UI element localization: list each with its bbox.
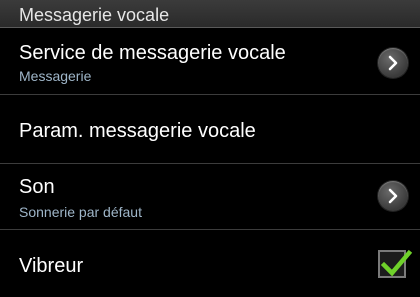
setting-voicemail-params[interactable]: Param. messagerie vocale <box>0 95 420 163</box>
vibrate-checkbox[interactable] <box>378 249 413 278</box>
setting-subtitle: Sonnerie par défaut <box>19 204 142 220</box>
chevron-right-icon[interactable] <box>378 181 408 211</box>
setting-subtitle: Messagerie <box>19 68 92 84</box>
setting-voicemail-service[interactable]: Service de messagerie vocale Messagerie <box>0 28 420 93</box>
section-title: Messagerie vocale <box>19 5 170 25</box>
setting-title: Param. messagerie vocale <box>19 120 256 142</box>
setting-title: Vibreur <box>19 255 84 277</box>
setting-vibrate[interactable]: Vibreur <box>0 230 420 297</box>
setting-title: Service de messagerie vocale <box>19 42 286 64</box>
section-header: Messagerie vocale <box>0 0 420 28</box>
chevron-right-icon[interactable] <box>378 48 408 78</box>
setting-title: Son <box>19 176 55 198</box>
setting-sound[interactable]: Son Sonnerie par défaut <box>0 164 420 228</box>
check-icon <box>380 249 413 277</box>
